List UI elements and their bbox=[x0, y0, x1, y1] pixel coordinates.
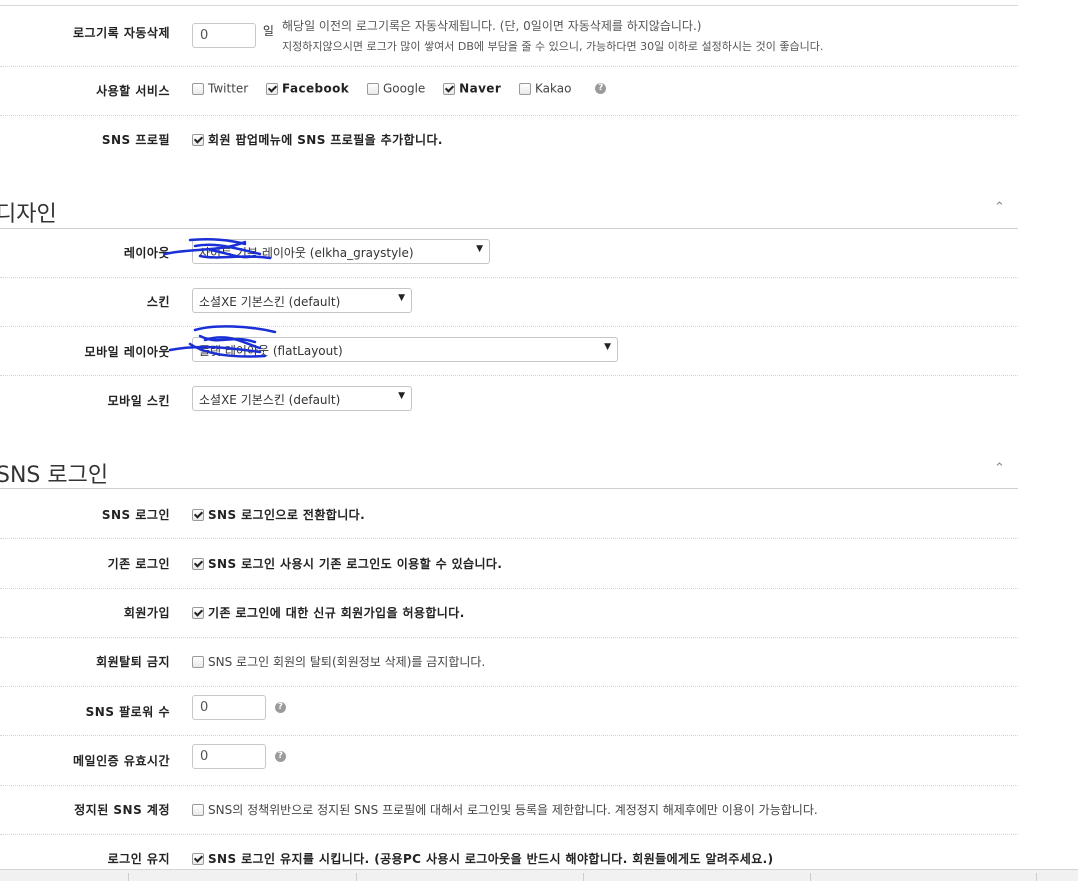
keep-login-row: 로그인 유지 SNS 로그인 유지를 시킵니다. (공용PC 사용시 로그아웃을… bbox=[0, 835, 1018, 869]
kakao-checkbox[interactable] bbox=[519, 82, 531, 95]
skin-label: 스킨 bbox=[146, 295, 170, 309]
withdraw-label: 회원탈퇴 금지 bbox=[96, 655, 170, 669]
sns-profile-text: 회원 팝업메뉴에 SNS 프로필을 추가합니다. bbox=[208, 133, 443, 147]
sns-login-row: SNS 로그인 SNS 로그인으로 전환합니다. bbox=[0, 489, 1018, 539]
log-delete-label: 로그기록 자동삭제 bbox=[73, 26, 170, 40]
mobile-layout-row: 모바일 레이아웃 플랫 레이아웃 (flatLayout) ▼ bbox=[0, 327, 1018, 376]
google-checkbox[interactable] bbox=[366, 82, 379, 95]
service-option-twitter[interactable]: Twitter bbox=[192, 81, 248, 96]
log-delete-days-input[interactable]: 0 bbox=[192, 23, 256, 48]
existing-login-row: 기존 로그인 SNS 로그인 사용시 기존 로그인도 이용할 수 있습니다. bbox=[0, 539, 1018, 589]
help-icon[interactable]: ? bbox=[274, 751, 286, 762]
follower-input[interactable]: 0 bbox=[192, 695, 266, 720]
sns-profile-row: SNS 프로필 회원 팝업메뉴에 SNS 프로필을 추가합니다. bbox=[0, 116, 1018, 166]
withdraw-row: 회원탈퇴 금지 SNS 로그인 회원의 탈퇴(회원정보 삭제)를 금지합니다. bbox=[0, 638, 1018, 687]
sns-login-text: SNS 로그인으로 전환합니다. bbox=[208, 508, 366, 522]
skin-select-value: 소셜XE 기본스킨 (default) bbox=[199, 295, 341, 309]
withdraw-text: SNS 로그인 회원의 탈퇴(회원정보 삭제)를 금지합니다. bbox=[208, 655, 486, 669]
skin-select[interactable]: 소셜XE 기본스킨 (default) ▼ bbox=[192, 288, 412, 313]
skin-row: 스킨 소셜XE 기본스킨 (default) ▼ bbox=[0, 278, 1018, 327]
design-section-title: 디자인 bbox=[0, 202, 57, 227]
chevron-down-icon: ▼ bbox=[604, 342, 611, 352]
sns-login-collapse-icon[interactable]: ⌃ bbox=[994, 461, 1005, 476]
help-icon[interactable]: ? bbox=[595, 83, 607, 94]
service-option-naver[interactable]: Naver bbox=[443, 81, 501, 96]
service-option-facebook[interactable]: Facebook bbox=[266, 81, 349, 96]
services-row: 사용할 서비스 Twitter Facebook Google Naver Ka… bbox=[0, 67, 1018, 116]
mobile-layout-label: 모바일 레이아웃 bbox=[84, 345, 170, 359]
sns-login-section-title: SNS 로그인 bbox=[0, 463, 109, 488]
mobile-skin-select-value: 소셜XE 기본스킨 (default) bbox=[199, 393, 341, 407]
keep-login-checkbox[interactable] bbox=[192, 852, 204, 865]
withdraw-checkbox[interactable] bbox=[192, 655, 204, 668]
existing-login-text: SNS 로그인 사용시 기존 로그인도 이용할 수 있습니다. bbox=[208, 557, 503, 571]
keep-login-text: SNS 로그인 유지를 시킵니다. (공용PC 사용시 로그아웃을 반드시 해야… bbox=[208, 852, 774, 866]
follower-label: SNS 팔로워 수 bbox=[85, 705, 170, 719]
layout-label: 레이아웃 bbox=[123, 246, 170, 260]
service-option-kakao[interactable]: Kakao bbox=[519, 81, 571, 96]
help-icon[interactable]: ? bbox=[274, 702, 286, 713]
sns-profile-checkbox[interactable] bbox=[192, 133, 204, 146]
sns-login-label: SNS 로그인 bbox=[101, 508, 170, 522]
layout-select-value: 사이트 기본 레이아웃 (elkha_graystyle) bbox=[199, 246, 414, 260]
naver-checkbox[interactable] bbox=[443, 82, 456, 95]
bottom-toolbar bbox=[0, 869, 1078, 881]
keep-login-label: 로그인 유지 bbox=[107, 852, 170, 866]
mobile-layout-select-value: 플랫 레이아웃 (flatLayout) bbox=[199, 344, 343, 358]
mail-auth-label: 메일인증 유효시간 bbox=[73, 754, 170, 768]
log-delete-unit: 일 bbox=[262, 24, 274, 38]
log-delete-row: 로그기록 자동삭제 0 일 해당일 이전의 로그기록은 자동삭제됩니다. (단,… bbox=[0, 6, 1018, 67]
layout-row: 레이아웃 사이트 기본 레이아웃 (elkha_graystyle) ▼ bbox=[0, 229, 1018, 278]
log-delete-help-1: 해당일 이전의 로그기록은 자동삭제됩니다. (단, 0일이면 자동삭제를 하지… bbox=[282, 19, 702, 33]
layout-select[interactable]: 사이트 기본 레이아웃 (elkha_graystyle) ▼ bbox=[192, 239, 490, 264]
signup-text: 기존 로그인에 대한 신규 회원가입을 허용합니다. bbox=[208, 606, 465, 620]
mobile-skin-row: 모바일 스킨 소셜XE 기본스킨 (default) ▼ bbox=[0, 376, 1018, 426]
sns-profile-label: SNS 프로필 bbox=[101, 133, 170, 147]
log-delete-help-2: 지정하지않으시면 로그가 많이 쌓여서 DB에 부담을 줄 수 있으니, 가능하… bbox=[282, 40, 824, 53]
signup-checkbox[interactable] bbox=[192, 606, 204, 619]
mobile-skin-label: 모바일 스킨 bbox=[107, 394, 170, 408]
mobile-skin-select[interactable]: 소셜XE 기본스킨 (default) ▼ bbox=[192, 386, 412, 411]
suspended-checkbox[interactable] bbox=[192, 803, 204, 816]
design-collapse-icon[interactable]: ⌃ bbox=[994, 200, 1005, 215]
facebook-checkbox[interactable] bbox=[266, 82, 279, 95]
twitter-checkbox[interactable] bbox=[192, 82, 204, 95]
services-label: 사용할 서비스 bbox=[96, 84, 170, 98]
existing-login-label: 기존 로그인 bbox=[107, 557, 170, 571]
suspended-row: 정지된 SNS 계정 SNS의 정책위반으로 정지된 SNS 프로필에 대해서 … bbox=[0, 786, 1018, 835]
follower-row: SNS 팔로워 수 0 ? bbox=[0, 687, 1018, 736]
mobile-layout-select[interactable]: 플랫 레이아웃 (flatLayout) ▼ bbox=[192, 337, 618, 362]
sns-login-checkbox[interactable] bbox=[192, 508, 204, 521]
signup-label: 회원가입 bbox=[123, 606, 170, 620]
chevron-down-icon: ▼ bbox=[398, 293, 405, 303]
existing-login-checkbox[interactable] bbox=[192, 557, 204, 570]
chevron-down-icon: ▼ bbox=[476, 244, 483, 254]
chevron-down-icon: ▼ bbox=[398, 391, 405, 401]
suspended-label: 정지된 SNS 계정 bbox=[74, 803, 170, 817]
suspended-text: SNS의 정책위반으로 정지된 SNS 프로필에 대해서 로그인및 등록을 제한… bbox=[208, 803, 818, 817]
signup-row: 회원가입 기존 로그인에 대한 신규 회원가입을 허용합니다. bbox=[0, 589, 1018, 638]
service-option-google[interactable]: Google bbox=[366, 81, 425, 96]
mail-auth-row: 메일인증 유효시간 0 ? bbox=[0, 736, 1018, 786]
mail-auth-input[interactable]: 0 bbox=[192, 744, 266, 769]
